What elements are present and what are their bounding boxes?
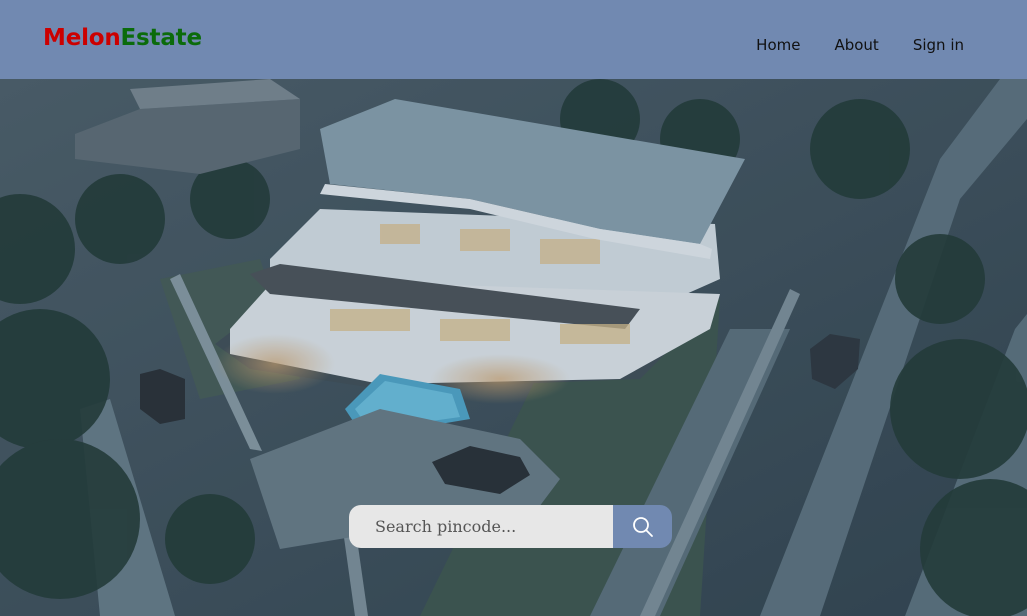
search-icon [632,516,653,537]
main-nav: Home About Sign in [756,36,964,54]
brand-name-part1: Melon [43,25,121,51]
brand-name-part2: Estate [120,25,203,51]
nav-about-link[interactable]: About [834,36,878,54]
pincode-search-bar [349,505,672,548]
nav-signin-link[interactable]: Sign in [913,36,964,54]
search-button[interactable] [613,505,672,548]
top-header: MelonEstate Home About Sign in [0,0,1027,79]
pincode-search-input[interactable] [349,505,613,548]
nav-home-link[interactable]: Home [756,36,800,54]
landing-page: MelonEstate Home About Sign in [0,0,1027,616]
brand-logo[interactable]: MelonEstate [43,25,202,51]
